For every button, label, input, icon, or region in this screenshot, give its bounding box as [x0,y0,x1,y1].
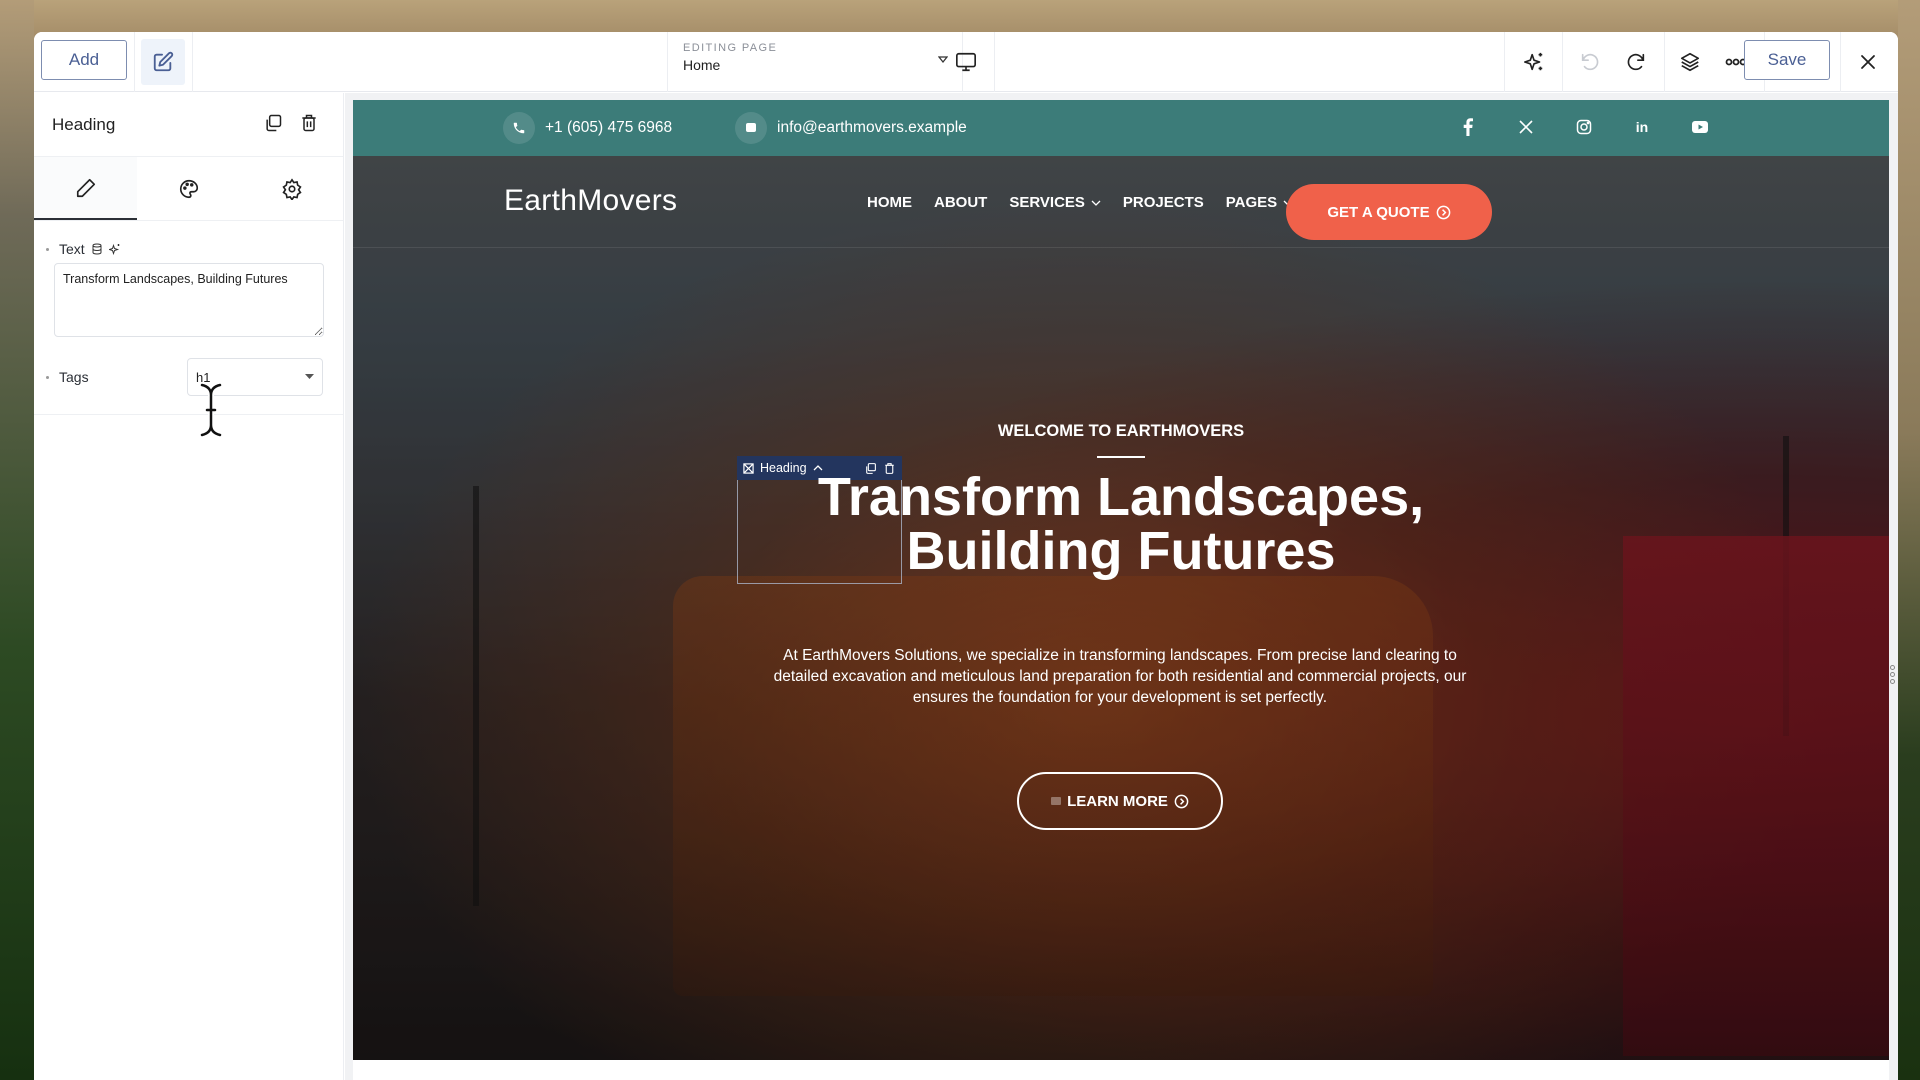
palette-icon [178,178,200,200]
ai-assist-button[interactable] [1518,46,1550,78]
properties-panel: Heading Text Transform Landscapes, Build… [34,93,344,1080]
nav-item-about[interactable]: ABOUT [934,194,987,211]
tab-style[interactable] [137,157,240,220]
tags-label: Tags [59,369,89,385]
eyebrow-underline [1097,456,1145,458]
caret-down-icon [305,374,314,380]
youtube-icon[interactable] [1690,117,1710,137]
nav-item-home[interactable]: HOME [867,194,912,211]
divider [34,414,343,415]
ai-sparkle-icon[interactable] [108,243,121,255]
trash-icon[interactable] [299,113,319,133]
editor-toolbar: Add EDITING PAGE Home Save [34,32,1898,92]
undo-icon [1579,51,1601,73]
gear-icon [281,177,303,200]
redo-icon [1625,51,1647,73]
instagram-icon[interactable] [1574,117,1594,137]
divider [994,32,995,92]
divider [134,32,135,92]
text-cursor-icon [198,381,224,439]
close-editor-button[interactable] [1852,46,1884,78]
hero-section [353,156,1889,1060]
save-button[interactable]: Save [1744,40,1830,80]
learn-more-label: LEARN MORE [1067,792,1168,810]
divider [1504,32,1505,92]
layers-button[interactable] [1674,46,1706,78]
contact-topbar: +1 (605) 475 6968 info@earthmovers.examp… [353,100,1889,156]
hero-heading[interactable]: Transform Landscapes, Building Futures [353,470,1889,578]
nav-item-projects[interactable]: PROJECTS [1123,194,1204,211]
get-a-quote-label: GET A QUOTE [1327,203,1430,221]
device-preview-button[interactable] [950,46,982,78]
desktop-icon [955,51,977,73]
divider [1562,32,1563,92]
panel-title: Heading [52,114,116,134]
heading-text-input[interactable]: Transform Landscapes, Building Futures [54,263,324,337]
nav-item-services[interactable]: SERVICES [1009,194,1101,211]
email-address: info@earthmovers.example [777,119,967,136]
editing-page-label: EDITING PAGE [683,42,778,54]
tab-content[interactable] [34,157,137,220]
database-icon[interactable] [91,243,103,255]
arrow-circle-icon [1436,205,1451,220]
panel-header: Heading [34,93,343,157]
phone-number: +1 (605) 475 6968 [545,119,673,136]
learn-more-button[interactable]: LEARN MORE [1017,772,1223,830]
facebook-icon[interactable] [1458,117,1478,137]
edit-mode-button[interactable] [141,39,185,85]
tags-field-row: Tags h1 [34,358,343,396]
site-logo[interactable]: EarthMovers [504,184,677,218]
duplicate-icon[interactable] [263,113,283,133]
email-contact[interactable]: info@earthmovers.example [735,112,967,144]
linkedin-icon[interactable]: in [1632,117,1652,137]
text-field-label: Text [46,241,331,257]
divider [1840,32,1841,92]
text-field-row: Text Transform Landscapes, Building Futu… [34,241,343,342]
get-a-quote-button[interactable]: GET A QUOTE [1286,184,1492,240]
editing-page-select[interactable]: EDITING PAGE Home [668,32,960,92]
redo-button[interactable] [1620,46,1652,78]
panel-tabs [34,157,343,221]
pencil-icon [75,177,97,199]
phone-contact[interactable]: +1 (605) 475 6968 [503,112,672,144]
editing-page-value: Home [683,57,721,73]
desktop-background-left [0,0,34,1080]
hero-heading-line-1: Transform Landscapes, [817,467,1425,527]
editor-canvas: +1 (605) 475 6968 info@earthmovers.examp… [345,93,1898,1080]
caret-down-icon [938,54,948,64]
chat-icon [735,112,767,144]
site-navbar: EarthMovers HOME ABOUT SERVICES PROJECTS… [353,156,1889,248]
nav-item-pages[interactable]: PAGES [1226,194,1293,211]
text-label: Text [59,241,85,257]
tags-field-label: Tags [46,369,89,385]
phone-icon [503,112,535,144]
website-preview: +1 (605) 475 6968 info@earthmovers.examp… [353,100,1889,1060]
divider [192,32,193,92]
hero-heading-line-2: Building Futures [906,521,1336,581]
page-editor-window: Add EDITING PAGE Home Save Heading Text … [34,32,1898,1080]
edit-icon [152,51,174,73]
bullet [46,375,49,379]
resize-handle[interactable] [1888,665,1896,685]
x-twitter-icon[interactable] [1516,117,1536,137]
bullet [46,247,49,251]
divider [1664,32,1665,92]
desktop-background-right [1898,0,1920,1080]
undo-button[interactable] [1574,46,1606,78]
social-links: in [1458,117,1710,137]
ai-sparkle-icon [1523,51,1545,73]
arrow-circle-icon [1174,794,1189,809]
next-section-preview [353,1060,1889,1080]
tab-settings[interactable] [240,157,343,220]
hero-overlay [353,156,1889,1060]
hero-eyebrow: WELCOME TO EARTHMOVERS [997,422,1245,440]
close-icon [1859,53,1877,71]
layers-icon [1679,51,1701,73]
chevron-down-icon [1091,200,1101,206]
add-button[interactable]: Add [41,40,127,80]
hero-paragraph: At EarthMovers Solutions, we specialize … [773,647,1467,706]
drag-handle-icon [1051,797,1062,805]
